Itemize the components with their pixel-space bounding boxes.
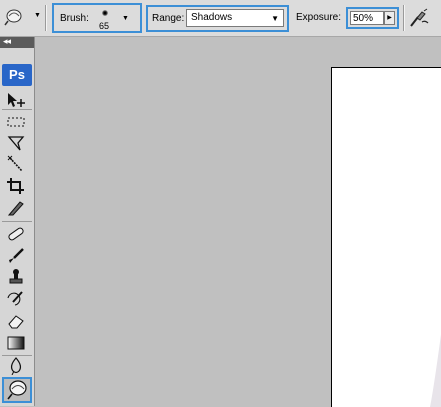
brush-picker[interactable]: Brush: 65 ▼	[52, 3, 142, 33]
range-value: Shadows	[191, 12, 233, 23]
toolbox: ◂◂ Ps	[0, 36, 35, 406]
workspace	[35, 37, 441, 407]
tool-preset-dropdown-icon[interactable]: ▼	[34, 12, 41, 19]
range-select[interactable]: Shadows ▼	[186, 9, 284, 27]
brush-dropdown-icon[interactable]: ▼	[122, 15, 129, 22]
magic-wand-tool-icon[interactable]	[5, 155, 27, 173]
exposure-value: 50%	[353, 13, 374, 24]
marquee-tool-icon[interactable]	[5, 113, 27, 131]
collapse-icon[interactable]: ◂◂	[3, 36, 11, 47]
divider	[45, 5, 47, 31]
move-tool-icon[interactable]	[5, 91, 27, 109]
divider	[2, 221, 32, 222]
blur-tool-icon[interactable]	[5, 357, 27, 376]
chevron-down-icon: ▼	[271, 14, 279, 23]
divider	[2, 109, 32, 110]
document-canvas[interactable]	[331, 67, 441, 407]
lasso-tool-icon[interactable]	[5, 134, 27, 152]
brush-preview-icon	[102, 10, 108, 16]
exposure-slider-button[interactable]: ▶	[384, 11, 395, 25]
divider	[403, 5, 405, 31]
divider	[2, 355, 32, 356]
options-bar: ▼ Brush: 65 ▼ Range: Shadows ▼ Exposure:…	[0, 0, 441, 37]
dodge-tool-icon	[7, 380, 27, 400]
gradient-tool-icon[interactable]	[5, 334, 27, 352]
exposure-label: Exposure:	[296, 12, 342, 23]
dodge-tool-button[interactable]	[2, 377, 32, 403]
range-label: Range:	[152, 13, 185, 24]
toolbox-header[interactable]: ◂◂	[0, 36, 34, 48]
eraser-tool-icon[interactable]	[5, 312, 27, 330]
brush-tool-icon[interactable]	[5, 247, 27, 265]
range-control: Range: Shadows ▼	[146, 5, 289, 32]
dodge-tool-icon[interactable]	[4, 8, 24, 26]
ps-logo[interactable]: Ps	[2, 64, 32, 86]
history-brush-tool-icon[interactable]	[5, 290, 27, 308]
canvas-image-content	[430, 334, 441, 407]
airbrush-icon[interactable]	[408, 8, 430, 28]
brush-size: 65	[99, 21, 110, 31]
clone-stamp-tool-icon[interactable]	[5, 268, 27, 286]
exposure-control: 50% ▶	[346, 7, 399, 29]
healing-brush-tool-icon[interactable]	[5, 225, 27, 243]
brush-label: Brush:	[60, 13, 89, 24]
exposure-input[interactable]: 50%	[350, 11, 384, 25]
slice-tool-icon[interactable]	[5, 199, 27, 217]
crop-tool-icon[interactable]	[5, 177, 27, 195]
